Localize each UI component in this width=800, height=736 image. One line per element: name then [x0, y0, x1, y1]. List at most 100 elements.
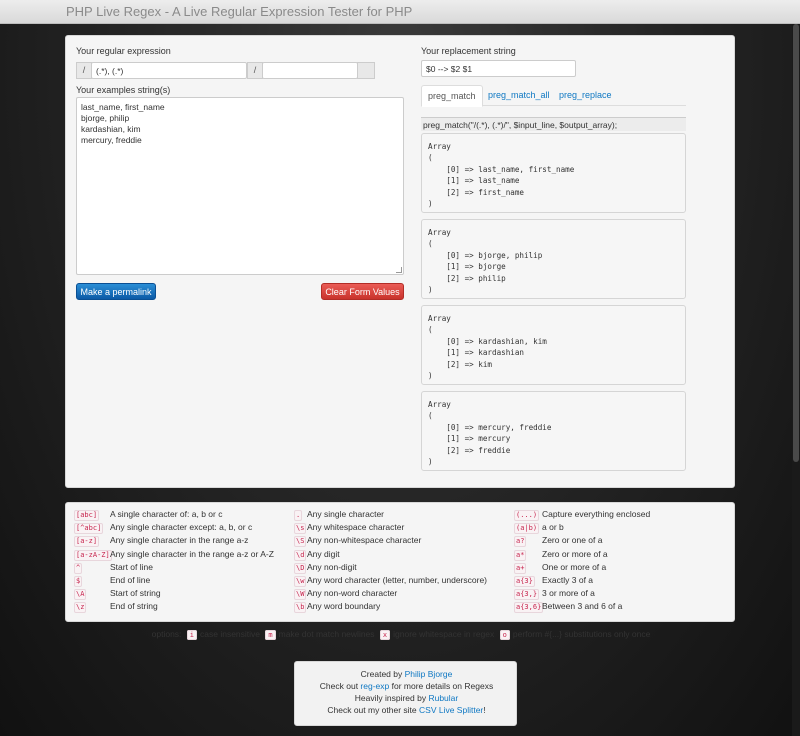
- reference-row: \W Any non-word character: [294, 588, 509, 601]
- option-description: make dot match newlines: [278, 629, 375, 639]
- reference-description: Zero or one of a: [542, 535, 603, 546]
- footer-other-site: Check out my other site CSV Live Splitte…: [295, 705, 518, 716]
- reg-exp-link[interactable]: reg-exp: [360, 681, 389, 691]
- scrollbar-thumb[interactable]: [793, 24, 799, 462]
- footer-text: Heavily inspired by: [354, 693, 429, 703]
- footer-reg-exp: Check out reg-exp for more details on Re…: [295, 681, 518, 692]
- reference-description: One or more of a: [542, 561, 607, 572]
- reference-token: \z: [74, 602, 87, 614]
- reference-row: . Any single character: [294, 509, 509, 522]
- reference-row: \s Any whitespace character: [294, 522, 509, 535]
- reference-token: [^abc]: [74, 523, 104, 535]
- reference-column-3: (...) Capture everything enclosed (a|b) a …: [514, 509, 729, 615]
- option-description: ignore whitespace in regex: [393, 629, 495, 639]
- reference-token: a{3,}: [514, 589, 540, 601]
- reference-column-1: [abc] A single character of: a, b or c [^…: [74, 509, 289, 615]
- footer-text: Check out: [319, 681, 361, 691]
- function-call-line: preg_match("/(.*), (.*)/", $input_line, …: [421, 117, 686, 131]
- reference-row: \z End of string: [74, 601, 289, 614]
- reference-description: End of string: [110, 601, 158, 612]
- reference-token: [a-zA-Z]: [74, 549, 112, 561]
- replacement-input[interactable]: [421, 60, 576, 77]
- reference-row: \w Any word character (letter, number, un…: [294, 575, 509, 588]
- reference-description: Any digit: [307, 548, 340, 559]
- footer-inspired-by: Heavily inspired by Rubular: [295, 693, 518, 704]
- result-array-3: Array ( [0] => kardashian, kim [1] => ka…: [421, 305, 686, 385]
- tab-preg-match[interactable]: preg_match: [421, 85, 483, 107]
- reference-token: a?: [514, 536, 527, 548]
- reference-token: a+: [514, 562, 527, 574]
- footer-created-by: Created by Philip Bjorge: [295, 669, 518, 680]
- result-array-4: Array ( [0] => mercury, freddie [1] => m…: [421, 391, 686, 471]
- reference-token: a*: [514, 549, 527, 561]
- tab-preg-match-all[interactable]: preg_match_all: [488, 85, 550, 106]
- regex-flags-addon: [357, 62, 375, 79]
- result-array-1: Array ( [0] => last_name, first_name [1]…: [421, 133, 686, 213]
- reference-row: \b Any word boundary: [294, 601, 509, 614]
- reference-row: a{3} Exactly 3 of a: [514, 575, 729, 588]
- reference-token: \W: [294, 589, 307, 601]
- options-prefix: options:: [151, 629, 182, 639]
- reference-row: \D Any non-digit: [294, 562, 509, 575]
- main-form-panel: Your regular expression / / Your example…: [65, 35, 735, 488]
- reference-row: a? Zero or one of a: [514, 535, 729, 548]
- reference-description: Any single character in the range a-z: [110, 535, 249, 546]
- rubular-link[interactable]: Rubular: [428, 693, 458, 703]
- regex-input[interactable]: [91, 62, 247, 79]
- reference-description: Start of string: [110, 588, 161, 599]
- reference-row: \S Any non-whitespace character: [294, 535, 509, 548]
- option-description: case insensitive: [200, 629, 261, 639]
- footer-credits: Created by Philip Bjorge Check out reg-e…: [294, 661, 517, 726]
- make-permalink-button[interactable]: Make a permalink: [76, 283, 156, 300]
- reference-description: Any word boundary: [307, 601, 381, 612]
- reference-row: $ End of line: [74, 575, 289, 588]
- reference-description: End of line: [110, 574, 151, 585]
- option-description: perform #{...} substitutions only once: [512, 629, 651, 639]
- reference-description: Any non-word character: [307, 588, 398, 599]
- reference-description: a or b: [542, 522, 564, 533]
- replacement-label: Your replacement string: [421, 46, 516, 56]
- regex-options-line: options: i case insensitive m make dot mat…: [66, 629, 736, 640]
- reference-description: Any non-digit: [307, 561, 357, 572]
- reference-description: Any whitespace character: [307, 522, 405, 533]
- resize-grip-icon[interactable]: [396, 267, 402, 273]
- reference-token: (a|b): [514, 523, 540, 535]
- footer-text: for more details on Regexs: [389, 681, 494, 691]
- examples-label: Your examples string(s): [76, 85, 171, 95]
- reference-description: Start of line: [110, 561, 153, 572]
- reference-token: a{3}: [514, 575, 535, 587]
- option-token: m: [265, 630, 276, 640]
- reference-token: \D: [294, 562, 307, 574]
- reference-description: Exactly 3 of a: [542, 574, 594, 585]
- regex-flags-input[interactable]: [262, 62, 358, 79]
- reference-row: a+ One or more of a: [514, 562, 729, 575]
- reference-row: [a-z] Any single character in the range a…: [74, 535, 289, 548]
- reference-row: a* Zero or more of a: [514, 549, 729, 562]
- reference-row: (a|b) a or b: [514, 522, 729, 535]
- reference-description: Any single character in the range a-z or…: [110, 548, 274, 559]
- reference-row: [abc] A single character of: a, b or c: [74, 509, 289, 522]
- regex-close-delimiter: /: [247, 62, 263, 79]
- option-token: o: [499, 630, 510, 640]
- reference-token: ^: [74, 562, 83, 574]
- reference-description: Any word character (letter, number, unde…: [307, 574, 487, 585]
- reference-token: [abc]: [74, 510, 100, 521]
- reference-description: Between 3 and 6 of a: [542, 601, 623, 612]
- brand-title[interactable]: PHP Live Regex - A Live Regular Expressi…: [66, 4, 412, 19]
- tab-preg-replace[interactable]: preg_replace: [559, 85, 612, 106]
- reference-row: (...) Capture everything enclosed: [514, 509, 729, 522]
- reference-token: \w: [294, 575, 307, 587]
- reference-row: \A Start of string: [74, 588, 289, 601]
- csv-live-splitter-link[interactable]: CSV Live Splitter: [419, 705, 483, 715]
- reference-token: \A: [74, 589, 87, 601]
- reference-token: \b: [294, 602, 307, 614]
- examples-textarea[interactable]: last_name, first_name bjorge, philip kar…: [76, 97, 404, 275]
- clear-form-button[interactable]: Clear Form Values: [321, 283, 404, 300]
- reference-description: Capture everything enclosed: [542, 509, 651, 519]
- regex-label: Your regular expression: [76, 46, 171, 56]
- reference-token: (...): [514, 510, 540, 521]
- reference-row: [^abc] Any single character except: a, b,…: [74, 522, 289, 535]
- philip-bjorge-link[interactable]: Philip Bjorge: [405, 669, 453, 679]
- function-tabs: preg_match preg_match_all preg_replace: [421, 85, 686, 107]
- option-token: i: [186, 630, 198, 640]
